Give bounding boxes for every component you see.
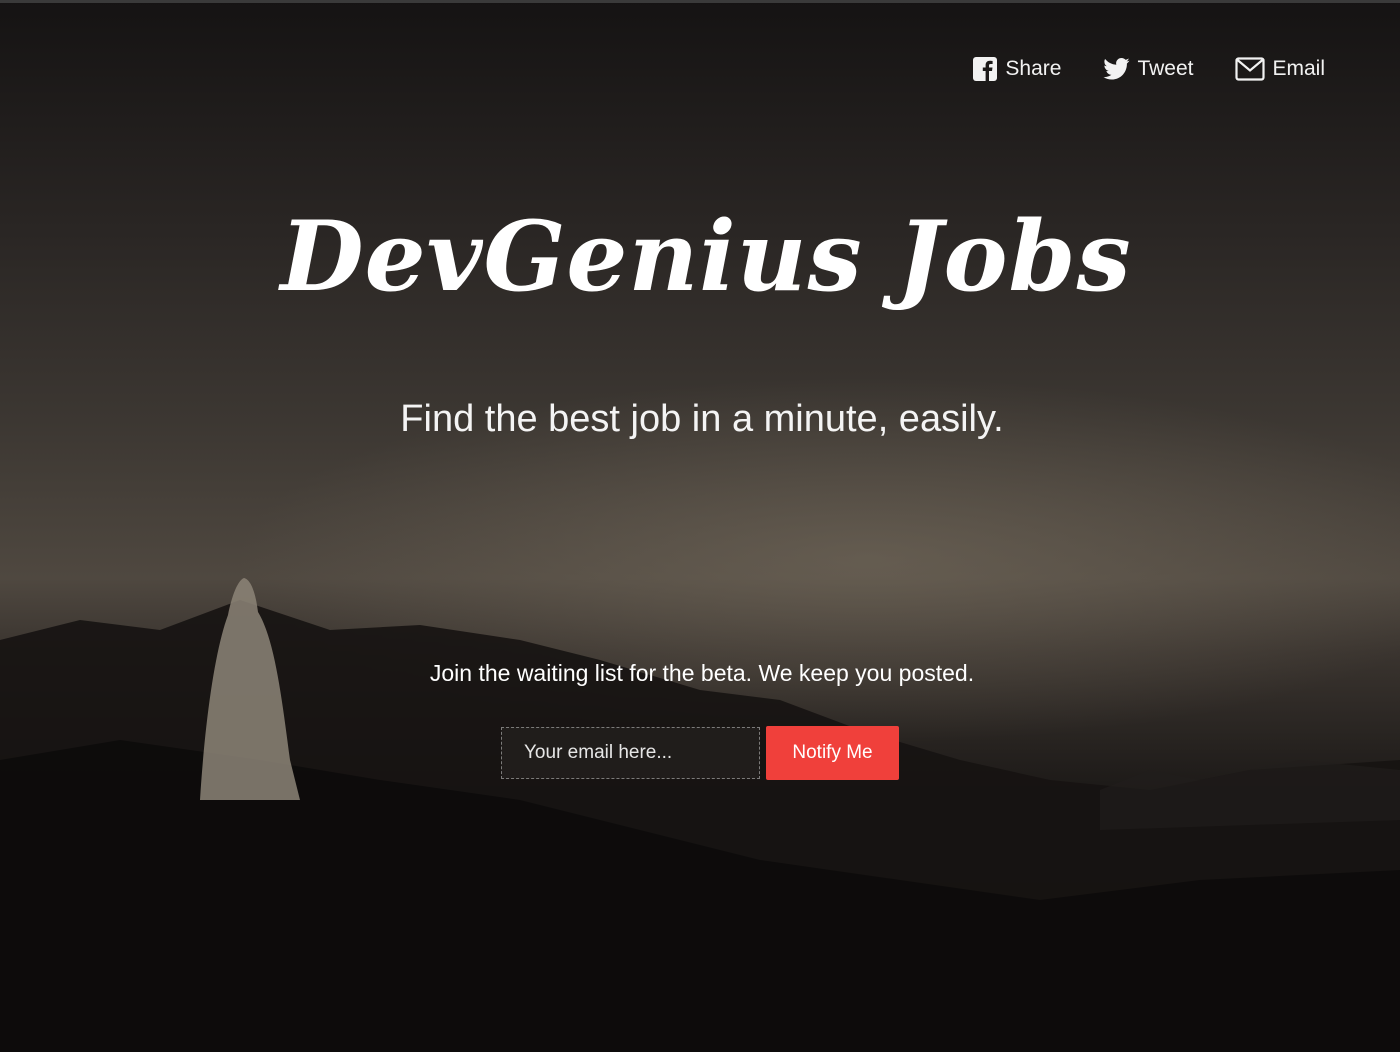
tweet-link[interactable]: Tweet	[1103, 57, 1193, 81]
envelope-icon	[1235, 57, 1266, 81]
facebook-icon	[972, 56, 998, 82]
tagline: Find the best job in a minute, easily.	[400, 398, 1004, 440]
social-links: Share Tweet Email	[972, 56, 1325, 82]
signup-form: Notify Me	[501, 726, 899, 780]
top-border	[0, 0, 1400, 3]
brand-title: DevGenius Jobs	[280, 200, 1132, 313]
share-label: Share	[1005, 57, 1062, 80]
waitlist-prompt: Join the waiting list for the beta. We k…	[429, 660, 975, 686]
email-link[interactable]: Email	[1235, 57, 1325, 81]
background-photo	[0, 0, 1400, 1052]
tweet-label: Tweet	[1137, 57, 1194, 80]
twitter-icon	[1103, 58, 1130, 80]
mountain-landscape	[0, 578, 1400, 1052]
share-link[interactable]: Share	[972, 56, 1061, 82]
email-label: Email	[1272, 57, 1325, 80]
email-input[interactable]	[501, 727, 760, 779]
notify-me-button[interactable]: Notify Me	[766, 726, 899, 780]
